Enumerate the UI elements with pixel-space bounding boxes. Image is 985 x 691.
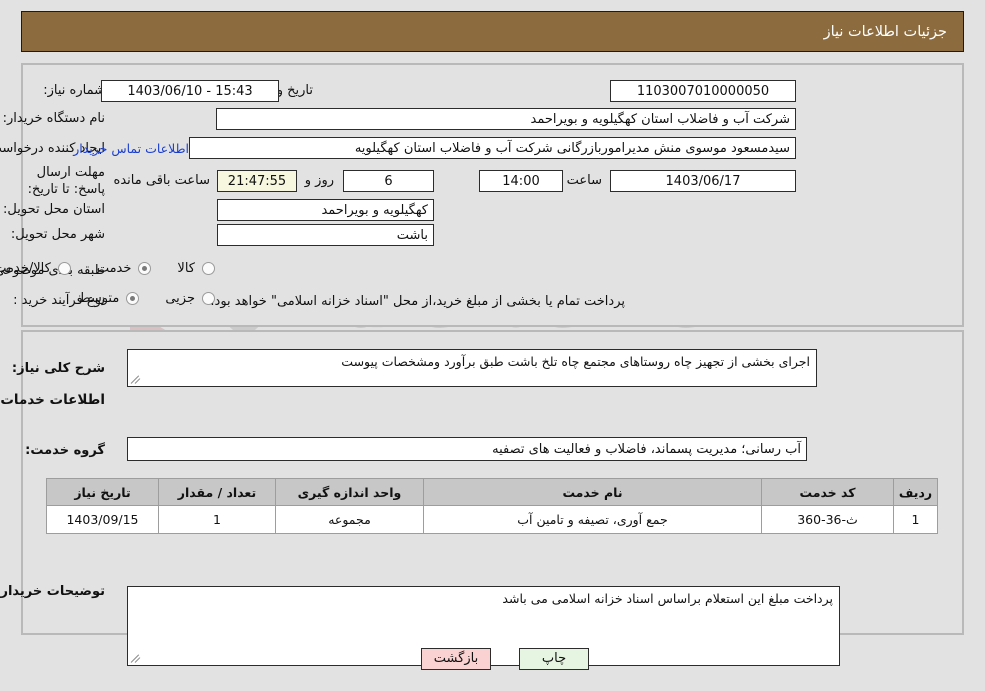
remaining-days-value: 6 bbox=[343, 170, 434, 192]
resize-grip-icon bbox=[130, 373, 142, 385]
category-radio-icon[interactable] bbox=[57, 262, 71, 275]
buyer-org-value: شرکت آب و فاضلاب استان کهگیلویه و بویراح… bbox=[216, 108, 796, 130]
need-description-label: شرح کلی نیاز: bbox=[11, 361, 105, 376]
process-type-option-1[interactable]: متوسط bbox=[52, 291, 140, 306]
buyer-notes-value: پرداخت مبلغ این استعلام براساس اسناد خزا… bbox=[502, 591, 833, 606]
need-description-textarea[interactable]: اجرای بخشی از تجهیز چاه روستاهای مجتمع چ… bbox=[127, 349, 817, 387]
remaining-time-label: ساعت باقی مانده bbox=[113, 173, 210, 188]
category-option-label: خدمت bbox=[96, 261, 132, 276]
deadline-hour-label: ساعت bbox=[566, 173, 602, 188]
service-group-label: گروه خدمت: bbox=[25, 443, 105, 458]
city-label: شهر محل تحویل: bbox=[10, 227, 105, 242]
cell-row-no: 1 bbox=[893, 505, 938, 534]
cell-service-code: ث-36-360 bbox=[761, 505, 894, 534]
category-option-label: کالا bbox=[177, 261, 195, 276]
process-type-radio-icon[interactable] bbox=[126, 292, 140, 305]
page-root: AriaTender.net AriaTender.net جزئیات اطل… bbox=[0, 0, 985, 691]
table-column-header-4: تعداد / مقدار bbox=[158, 478, 276, 506]
category-radio-icon[interactable] bbox=[138, 262, 152, 275]
buyer-notes-label: توضیحات خریدار: bbox=[0, 584, 105, 599]
category-option-2[interactable]: کالا/خدمت bbox=[0, 261, 71, 276]
cell-service-name: جمع آوری، تصیفه و تامین آب bbox=[423, 505, 762, 534]
table-column-header-1: کد خدمت bbox=[761, 478, 894, 506]
need-number-label: شماره نیاز: bbox=[43, 83, 105, 98]
city-value: باشت bbox=[217, 224, 434, 246]
process-type-option-label: متوسط bbox=[78, 291, 120, 306]
cell-unit: مجموعه bbox=[275, 505, 424, 534]
deadline-date-value: 1403/06/17 bbox=[610, 170, 796, 192]
payment-note: پرداخت تمام یا بخشی از مبلغ خرید،از محل … bbox=[210, 294, 625, 309]
buyer-org-label: نام دستگاه خریدار: bbox=[2, 111, 105, 126]
table-column-header-3: واحد اندازه گیری bbox=[275, 478, 424, 506]
category-radio-icon[interactable] bbox=[202, 262, 215, 275]
table-column-header-0: ردیف bbox=[893, 478, 938, 506]
need-number-value: 1103007010000050 bbox=[610, 80, 796, 102]
resize-grip-icon bbox=[130, 652, 142, 664]
need-info-panel bbox=[21, 63, 964, 327]
back-button[interactable]: بازگشت bbox=[421, 648, 491, 670]
remaining-time-value: 21:47:55 bbox=[217, 170, 297, 192]
category-option-0[interactable]: کالا bbox=[151, 261, 215, 276]
table-column-header-5: تاریخ نیاز bbox=[46, 478, 159, 506]
process-type-option-label: جزیی bbox=[165, 291, 195, 306]
cell-need-date: 1403/09/15 bbox=[46, 505, 159, 534]
requester-value: سیدمسعود موسوی منش مدیرامورﺑﺎزرﮔﺎنی شرکت… bbox=[189, 137, 796, 159]
buyer-contact-link[interactable]: اطلاعات تماس خریدار bbox=[73, 141, 189, 156]
services-table: ردیف کد خدمت نام خدمت واحد اندازه گیری تعداد… bbox=[46, 478, 938, 534]
print-button[interactable]: چاپ bbox=[519, 648, 589, 670]
service-group-value: آب رسانی؛ مدیریت پسماند، فاضلاب و فعالیت… bbox=[127, 437, 807, 461]
need-description-value: اجرای بخشی از تجهیز چاه روستاهای مجتمع چ… bbox=[341, 354, 810, 369]
page-title-bar: جزئیات اطلاعات نیاز bbox=[21, 11, 964, 52]
remaining-days-label: روز و bbox=[304, 173, 334, 188]
deadline-hour-value: 14:00 bbox=[479, 170, 563, 192]
province-value: کهگیلویه و بویراحمد bbox=[217, 199, 434, 221]
category-option-label: کالا/خدمت bbox=[0, 261, 51, 276]
cell-quantity: 1 bbox=[158, 505, 276, 534]
announce-datetime-value: 1403/06/10 - 15:43 bbox=[101, 80, 279, 102]
table-header-row: ردیف کد خدمت نام خدمت واحد اندازه گیری تعداد… bbox=[46, 478, 938, 506]
deadline-label: مهلت ارسال پاسخ: تا تاریخ: bbox=[27, 165, 105, 197]
category-option-1[interactable]: خدمت bbox=[71, 261, 152, 276]
province-label: استان محل تحویل: bbox=[3, 202, 105, 217]
table-column-header-2: نام خدمت bbox=[423, 478, 762, 506]
table-row: 1 ث-36-360 جمع آوری، تصیفه و تامین آب مجموع… bbox=[46, 505, 938, 534]
page-title: جزئیات اطلاعات نیاز bbox=[823, 23, 947, 40]
process-type-radio-group[interactable]: جزیی متوسط bbox=[52, 291, 215, 306]
process-type-option-0[interactable]: جزیی bbox=[139, 291, 215, 306]
services-section-heading: اطلاعات خدمات مورد نیاز bbox=[0, 392, 105, 408]
category-radio-group[interactable]: کالا خدمت کالا/خدمت bbox=[0, 261, 215, 276]
